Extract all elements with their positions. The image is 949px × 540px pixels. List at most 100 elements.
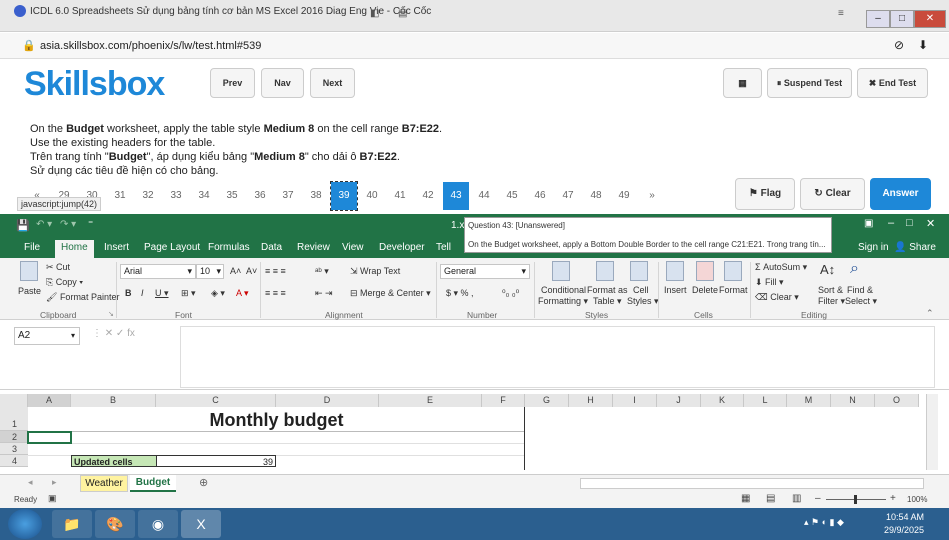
pager-page[interactable]: 34 [191, 182, 217, 210]
active-cell-a2[interactable] [27, 431, 72, 444]
tray-icons[interactable]: ▴ ⚑ ◐ ▮ ◆ [804, 517, 844, 528]
pager-page[interactable]: 35 [219, 182, 245, 210]
qat-customize-icon[interactable]: ⁼ [88, 219, 93, 230]
col-header[interactable]: D [276, 394, 379, 407]
tab-home[interactable]: Home [55, 240, 94, 258]
format-label[interactable]: Format [719, 285, 748, 295]
decimal-icon[interactable]: ⁰₀ ₀⁰ [502, 288, 519, 299]
pager-last[interactable]: » [639, 182, 665, 210]
tab-page-layout[interactable]: Page Layout [144, 242, 200, 253]
formula-input[interactable] [180, 326, 935, 388]
explorer-icon[interactable]: 📁 [52, 510, 92, 538]
font-name-select[interactable]: Arial ▾ [120, 264, 196, 279]
zoom-level[interactable]: 100% [907, 495, 927, 504]
clear-button[interactable]: ↻ Clear [800, 178, 865, 210]
format-as-table-icon[interactable] [596, 261, 614, 281]
sort-filter-icon[interactable]: A↕ [820, 262, 835, 277]
save-icon[interactable]: 💾 [16, 219, 30, 232]
excel-taskbar-icon[interactable]: X [181, 510, 221, 538]
col-header[interactable]: L [744, 394, 787, 407]
find-select-icon[interactable]: ⌕ [850, 260, 859, 278]
col-header[interactable]: J [657, 394, 701, 407]
flag-button[interactable]: ⚑ Flag [735, 178, 795, 210]
fill-color-icon[interactable]: ◈ ▾ [211, 288, 225, 299]
number-format-select[interactable]: General ▾ [440, 264, 530, 279]
excel-minimize-icon[interactable]: – [888, 217, 894, 229]
excel-close-icon[interactable]: ✕ [926, 217, 935, 230]
updated-cells-label[interactable]: Updated cells [71, 455, 157, 467]
pager-page[interactable]: 40 [359, 182, 385, 210]
copy-button[interactable]: ⎘ Copy ▾ [46, 277, 83, 288]
clock-date[interactable]: 29/9/2025 [884, 525, 924, 535]
format-as-table-label[interactable]: Format as [587, 285, 628, 295]
sheet-tab-budget[interactable]: Budget [130, 475, 176, 492]
autosum-button[interactable]: Σ AutoSum ▾ [755, 262, 807, 273]
translate-icon[interactable]: ▤ [398, 8, 407, 19]
conditional-formatting-icon[interactable] [552, 261, 570, 281]
sort-label2[interactable]: Filter ▾ [818, 296, 845, 307]
pager-page[interactable]: 47 [555, 182, 581, 210]
block-icon[interactable]: ⊘ [894, 38, 904, 52]
insert-cells-icon[interactable] [666, 261, 684, 281]
decrease-font-icon[interactable]: A˅ [246, 266, 257, 276]
pager-page[interactable]: 37 [275, 182, 301, 210]
page-layout-view-icon[interactable]: ▤ [766, 493, 775, 504]
col-header[interactable]: B [71, 394, 156, 407]
pager-page-active[interactable]: 43 [443, 182, 469, 210]
cell-styles-label[interactable]: Cell [633, 285, 649, 295]
col-header[interactable]: M [787, 394, 831, 407]
scroll-tabs-left-icon[interactable]: ◂ [28, 477, 33, 488]
col-header[interactable]: C [156, 394, 276, 407]
cell-styles-icon[interactable] [630, 261, 648, 281]
cell-styles-label2[interactable]: Styles ▾ [627, 296, 659, 307]
pager-page[interactable]: 38 [303, 182, 329, 210]
col-header[interactable]: I [613, 394, 657, 407]
tab-formulas[interactable]: Formulas [208, 242, 250, 253]
close-button[interactable]: ✕ [914, 10, 946, 28]
wrap-text-button[interactable]: ⇲ Wrap Text [350, 266, 400, 277]
start-button[interactable] [8, 509, 42, 539]
end-test-button[interactable]: ✖ End Test [857, 68, 928, 98]
minimize-button[interactable]: – [866, 10, 890, 28]
format-painter-button[interactable]: 🖌 Format Painter [46, 292, 119, 303]
row-header[interactable]: 3 [0, 443, 28, 455]
font-size-select[interactable]: 10 ▾ [196, 264, 224, 279]
zoom-in-icon[interactable]: + [890, 493, 896, 504]
redo-icon[interactable]: ↷ ▾ [60, 219, 76, 230]
shield-icon[interactable]: ◧ [370, 8, 379, 19]
font-color-icon[interactable]: A ▾ [236, 288, 249, 299]
calculator-button[interactable]: ▦ [723, 68, 762, 98]
align-left-icon[interactable]: ≡ ≡ ≡ [265, 288, 286, 298]
col-header[interactable]: K [701, 394, 744, 407]
pager-page[interactable]: 45 [499, 182, 525, 210]
tab-data[interactable]: Data [261, 242, 282, 253]
pager-page[interactable]: 41 [387, 182, 413, 210]
excel-restore-icon[interactable]: □ [906, 217, 913, 229]
conditional-label2[interactable]: Formatting ▾ [538, 296, 588, 307]
tab-view[interactable]: View [342, 242, 364, 253]
paste-label[interactable]: Paste [18, 286, 41, 296]
delete-label[interactable]: Delete [692, 285, 718, 295]
macro-record-icon[interactable]: ▣ [48, 493, 57, 504]
download-icon[interactable]: ⬇ [918, 38, 928, 52]
bold-icon[interactable]: B [125, 288, 132, 298]
maximize-button[interactable]: □ [890, 10, 914, 28]
suspend-test-button[interactable]: ⏸ Suspend Test [767, 68, 852, 98]
delete-cells-icon[interactable] [696, 261, 714, 281]
find-label2[interactable]: Select ▾ [845, 296, 877, 307]
sheet-tab-weather[interactable]: Weather [80, 475, 128, 492]
share-button[interactable]: 👤 Share [894, 242, 936, 253]
nav-button[interactable]: Nav [261, 68, 304, 98]
pager-page[interactable]: 31 [107, 182, 133, 210]
row-header[interactable]: 2 [0, 431, 28, 443]
tab-tell[interactable]: Tell [436, 242, 451, 253]
menu-icon[interactable]: ≡ [838, 8, 844, 19]
pager-page[interactable]: 36 [247, 182, 273, 210]
undo-icon[interactable]: ↶ ▾ [36, 219, 52, 230]
tab-developer[interactable]: Developer [379, 242, 425, 253]
increase-font-icon[interactable]: A˄ [230, 266, 241, 276]
clear-format-button[interactable]: ⌫ Clear ▾ [755, 292, 799, 303]
cut-button[interactable]: ✂ Cut [46, 262, 70, 273]
tab-file[interactable]: File [24, 242, 40, 253]
pager-page[interactable]: 48 [583, 182, 609, 210]
